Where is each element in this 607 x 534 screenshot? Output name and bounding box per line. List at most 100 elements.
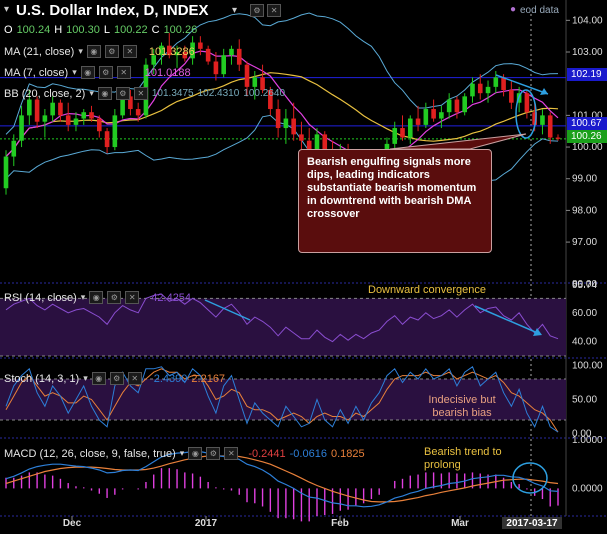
stoch-settings-icon[interactable]: ⚙	[109, 372, 124, 385]
price-axis-tick-label: 99.00	[572, 174, 597, 185]
ma21-close-icon[interactable]: ✕	[122, 45, 137, 58]
rsi-annotation: Downward convergence	[368, 284, 487, 296]
ma21-menu-icon[interactable]: ▾	[78, 46, 83, 57]
ma7-close-icon[interactable]: ✕	[116, 66, 131, 79]
candle-body	[470, 83, 475, 97]
macd-visibility-icon[interactable]: ◉	[188, 447, 203, 460]
macd-annotation: Bearish trend to prolong	[424, 446, 502, 471]
candle-body	[135, 109, 141, 116]
price-tag-last: 100.26	[567, 130, 607, 143]
ohlc-row: O 100.24 H 100.30 L 100.22 C 100.26	[4, 24, 197, 36]
rsi-band-fill	[0, 298, 566, 356]
stoch-close-icon[interactable]: ✕	[127, 372, 142, 385]
x-axis-tick-label: Dec	[63, 518, 82, 529]
rsi-visibility-icon[interactable]: ◉	[89, 291, 104, 304]
ma21-label[interactable]: MA (21, close)	[4, 46, 74, 58]
candle-body	[34, 99, 40, 122]
candle-body	[454, 99, 460, 113]
candle-body	[236, 48, 242, 65]
stoch-k-value: 2.4390	[153, 372, 188, 385]
candle-body	[252, 77, 258, 87]
macd-close-icon[interactable]: ✕	[224, 447, 239, 460]
candle-body	[73, 118, 79, 125]
candle-body	[275, 109, 281, 129]
stoch-menu-icon[interactable]: ▾	[83, 373, 88, 384]
candle-body	[65, 115, 71, 125]
macd-highlight-circle	[512, 462, 548, 494]
close-value: 100.26	[163, 24, 198, 36]
stoch-label[interactable]: Stoch (14, 3, 1)	[4, 373, 79, 385]
candle-body	[524, 93, 530, 113]
candle-body	[439, 112, 444, 119]
eod-label: eod data	[520, 5, 559, 16]
macd-value: -0.2441	[248, 447, 286, 460]
candle-body	[477, 83, 483, 94]
bb-value-lower: 100.2640	[243, 88, 286, 99]
bb-settings-icon[interactable]: ⚙	[115, 87, 130, 100]
bb-visibility-icon[interactable]: ◉	[97, 87, 112, 100]
high-label: H	[54, 24, 63, 36]
candle-body	[446, 99, 452, 113]
bb-label[interactable]: BB (20, close, 2)	[4, 88, 85, 100]
macd-menu-icon[interactable]: ▾	[180, 448, 185, 459]
stoch-visibility-icon[interactable]: ◉	[91, 372, 106, 385]
x-axis-date-label: 2017-03-17	[506, 518, 558, 529]
candle-body	[205, 48, 211, 62]
macd-settings-icon[interactable]: ⚙	[206, 447, 221, 460]
ma7-settings-icon[interactable]: ⚙	[98, 66, 113, 79]
stoch-row: Stoch (14, 3, 1) ▾ ◉ ⚙ ✕ 2.4390 2.2167	[4, 372, 225, 385]
candle-body	[462, 96, 468, 113]
rsi-axis-tick-label: 40.00	[572, 337, 597, 348]
rsi-settings-icon[interactable]: ⚙	[107, 291, 122, 304]
candle-body	[42, 115, 48, 122]
price-axis-tick-label: 97.00	[572, 237, 597, 248]
stoch-annotation: Indecisive but bearish bias	[428, 394, 496, 419]
ma7-menu-icon[interactable]: ▾	[72, 67, 77, 78]
stoch-axis-tick-label: 100.00	[572, 360, 603, 371]
chart-stage: 97.00 98.00 99.00 100.00 101.00 103.00 104.00 9…	[0, 0, 607, 529]
rsi-value: 42.4254	[151, 291, 192, 304]
chart-title[interactable]: U.S. Dollar Index, D, INDEX	[16, 2, 209, 19]
ma7-value: 101.0188	[144, 66, 191, 79]
high-value: 100.30	[66, 24, 100, 36]
close-icon[interactable]: ✕	[267, 4, 282, 17]
rsi-axis-tick-label: 80.00	[572, 279, 597, 290]
macd-row: MACD (12, 26, close, 9, false, true) ▾ ◉…	[4, 447, 365, 460]
low-label: L	[103, 24, 110, 36]
ma21-visibility-icon[interactable]: ◉	[86, 45, 101, 58]
rsi-label[interactable]: RSI (14, close)	[4, 292, 77, 304]
bb-close-icon[interactable]: ✕	[133, 87, 148, 100]
candle-body	[283, 118, 289, 129]
candle-body	[89, 112, 94, 119]
candle-body	[291, 118, 296, 135]
settings-icon[interactable]: ⚙	[250, 4, 264, 17]
candle-body	[96, 118, 102, 132]
candle-body	[509, 90, 514, 103]
candle-body	[392, 128, 398, 144]
stoch-axis-tick-label: 50.00	[572, 395, 597, 406]
bb-value-upper: 102.4310	[197, 88, 240, 99]
candle-body	[540, 115, 545, 125]
candle-body	[493, 77, 499, 87]
candle-body	[415, 118, 421, 125]
rsi-axis-tick-label: 60.00	[572, 308, 597, 319]
ma21-value: 101.3286	[148, 45, 195, 58]
candle-body	[3, 156, 9, 189]
rsi-menu-icon[interactable]: ▾	[81, 292, 86, 303]
ma21-settings-icon[interactable]: ⚙	[104, 45, 119, 58]
macd-label[interactable]: MACD (12, 26, close, 9, false, true)	[4, 448, 176, 460]
ma7-visibility-icon[interactable]: ◉	[80, 66, 95, 79]
x-axis-tick-label: Mar	[451, 518, 469, 529]
rsi-close-icon[interactable]: ✕	[125, 291, 140, 304]
ma7-label[interactable]: MA (7, close)	[4, 67, 68, 79]
candle-body	[11, 140, 17, 157]
macd-axis-tick-label: 1.0000	[572, 435, 603, 446]
candle-body	[19, 115, 24, 141]
candle-body	[299, 134, 304, 141]
price-tag-mid: 100.67	[567, 117, 607, 130]
close-label: C	[151, 24, 160, 36]
analysis-note: Bearish engulfing signals more dips, lea…	[298, 149, 492, 253]
title-dropdown-icon[interactable]: ▾	[232, 5, 237, 16]
symbol-chevron-icon[interactable]: ▾	[4, 4, 9, 15]
bb-menu-icon[interactable]: ▾	[89, 88, 94, 99]
